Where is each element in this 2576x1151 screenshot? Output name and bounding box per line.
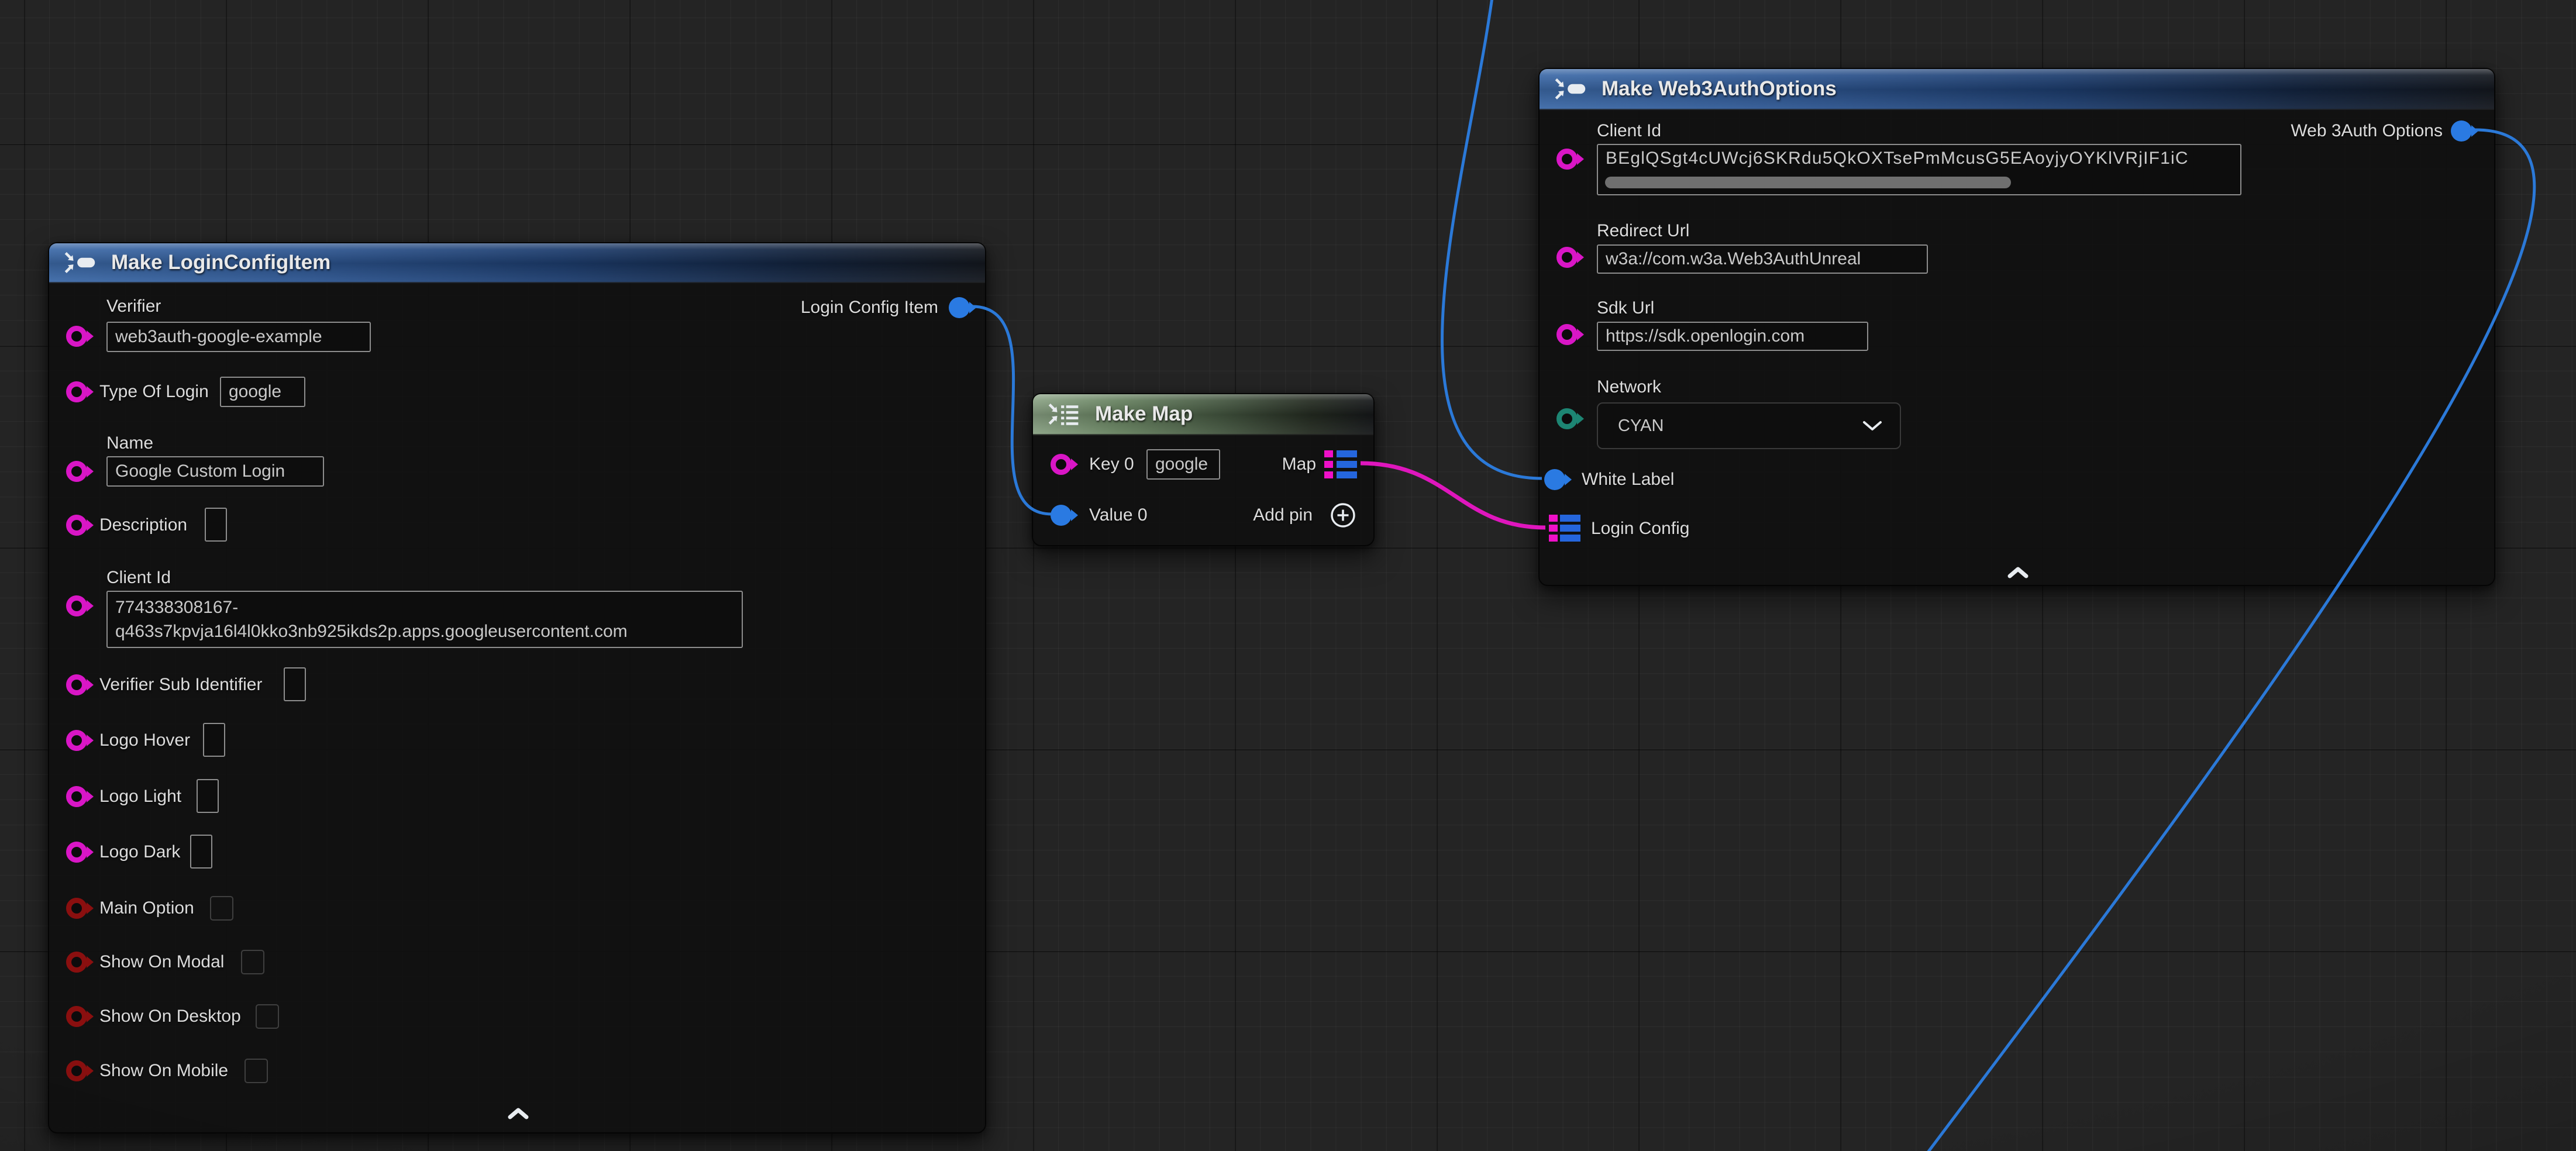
pin-label-map: Map [1282,454,1316,475]
node-make-login-config-item[interactable]: Make LoginConfigItem Login Config Item V… [48,242,986,1133]
main-option-checkbox[interactable] [210,896,233,921]
key-0-input[interactable]: google [1146,449,1220,480]
pin-description[interactable] [66,515,87,536]
chevron-down-icon [1862,420,1882,432]
pin-label-key-0: Key 0 [1089,454,1134,475]
pin-value-0[interactable] [1051,505,1072,526]
pin-main-option[interactable] [66,898,87,919]
type-of-login-input[interactable]: google [220,377,305,407]
pin-label-type-of-login: Type Of Login [99,381,209,402]
logo-hover-input[interactable] [203,723,225,757]
add-pin-label: Add pin [1253,505,1313,526]
pin-sdk-url[interactable] [1556,324,1578,345]
pin-logo-light[interactable] [66,786,87,807]
pin-label-verifier: Verifier [106,296,161,317]
show-on-modal-checkbox[interactable] [241,950,264,974]
node-header-make-map[interactable]: Make Map [1033,394,1373,435]
node-header-make-web3auth-options[interactable]: Make Web3AuthOptions [1540,69,2494,110]
pin-client-id[interactable] [66,595,87,616]
pin-logo-hover[interactable] [66,730,87,751]
node-title: Make Map [1095,402,1193,426]
pin-label-network: Network [1597,377,1661,398]
pin-show-on-desktop[interactable] [66,1006,87,1027]
pin-show-on-mobile[interactable] [66,1060,87,1081]
pin-label-description: Description [99,515,187,536]
pin-login-config[interactable] [1549,515,1580,542]
pin-key-0[interactable] [1051,454,1072,475]
node-make-map[interactable]: Make Map Key 0 google Map Value 0 Add pi… [1032,393,1375,546]
collapse-chevron-icon[interactable] [2006,566,2030,579]
pin-label-value-0: Value 0 [1089,505,1148,526]
pin-label-login-config: Login Config [1591,518,1689,539]
add-pin-icon[interactable] [1329,501,1357,529]
pin-login-config-item-output[interactable] [949,297,970,318]
node-title: Make LoginConfigItem [111,251,330,274]
pin-label-sdk-url: Sdk Url [1597,298,1654,319]
show-on-desktop-checkbox[interactable] [256,1004,279,1029]
pin-label-name: Name [106,433,153,454]
pin-label-logo-hover: Logo Hover [99,730,190,751]
pin-redirect-url[interactable] [1556,247,1578,268]
pin-name[interactable] [66,461,87,482]
description-input[interactable] [205,508,227,542]
pin-label-redirect-url: Redirect Url [1597,220,1689,242]
show-on-mobile-checkbox[interactable] [244,1059,268,1083]
logo-dark-input[interactable] [190,835,212,869]
pin-label-white-label: White Label [1582,469,1674,490]
make-map-icon [1047,402,1083,426]
pin-label-main-option: Main Option [99,898,194,919]
network-dropdown[interactable]: CYAN [1597,402,1901,449]
pin-verifier[interactable] [66,326,87,347]
blueprint-graph-canvas[interactable]: Make LoginConfigItem Login Config Item V… [0,0,2576,1151]
pin-type-of-login[interactable] [66,381,87,402]
verifier-input[interactable]: web3auth-google-example [106,322,371,352]
make-struct-icon [1554,77,1590,101]
verifier-sub-identifier-input[interactable] [284,667,306,701]
logo-light-input[interactable] [197,779,219,813]
make-struct-icon [63,250,99,275]
network-dropdown-value: CYAN [1618,416,1664,436]
pin-label-show-on-desktop: Show On Desktop [99,1006,241,1027]
node-header-make-login-config-item[interactable]: Make LoginConfigItem [49,243,985,283]
wire-offscreen-to-white-label[interactable] [1442,0,1542,478]
collapse-chevron-icon[interactable] [507,1107,530,1120]
client-id-scrollbar[interactable] [1605,177,2011,188]
pin-label-client-id: Client Id [1597,120,1661,142]
pin-label-show-on-mobile: Show On Mobile [99,1060,228,1081]
output-pin-label: Login Config Item [801,297,938,318]
pin-label-logo-dark: Logo Dark [99,842,180,863]
pin-client-id[interactable] [1556,149,1578,170]
pin-network[interactable] [1556,408,1578,429]
pin-show-on-modal[interactable] [66,952,87,973]
pin-label-logo-light: Logo Light [99,786,181,807]
pin-label-client-id: Client Id [106,567,171,588]
client-id-input[interactable]: 774338308167-q463s7kpvja16l4l0kko3nb925i… [106,591,743,648]
pin-verifier-sub-identifier[interactable] [66,674,87,695]
pin-map-output[interactable] [1324,450,1357,478]
pin-logo-dark[interactable] [66,842,87,863]
node-make-web3auth-options[interactable]: Make Web3AuthOptions Client Id Web 3Auth… [1538,68,2495,586]
pin-label-verifier-sub-identifier: Verifier Sub Identifier [99,674,262,695]
pin-web3auth-options-output[interactable] [2451,120,2472,142]
redirect-url-input[interactable]: w3a://com.w3a.Web3AuthUnreal [1597,244,1928,274]
sdk-url-input[interactable]: https://sdk.openlogin.com [1597,322,1868,351]
name-input[interactable]: Google Custom Login [106,456,324,487]
wire-map-to-login-config[interactable] [1361,463,1545,528]
pin-label-show-on-modal: Show On Modal [99,952,224,973]
output-pin-label: Web 3Auth Options [2291,120,2443,142]
pin-white-label[interactable] [1544,469,1565,490]
node-title: Make Web3AuthOptions [1602,77,1837,101]
